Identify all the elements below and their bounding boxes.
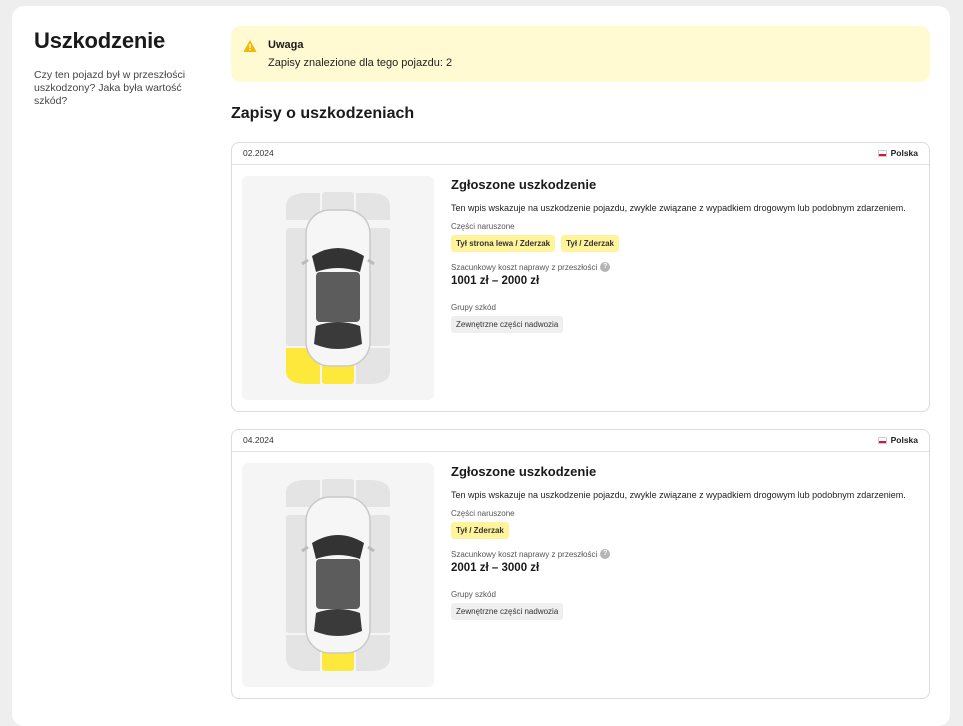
record-country-label: Polska — [890, 435, 918, 445]
cost-label-row: Szacunkowy koszt naprawy z przeszłości ? — [451, 262, 921, 272]
cost-label: Szacunkowy koszt naprawy z przeszłości — [451, 549, 598, 559]
damage-card: Uszkodzenie Czy ten pojazd był w przeszł… — [12, 6, 950, 726]
part-tag: Tył / Zderzak — [561, 235, 619, 252]
alert-text: Zapisy znalezione dla tego pojazdu: 2 — [268, 57, 453, 69]
part-tag: Tył / Zderzak — [451, 522, 509, 539]
page-title: Uszkodzenie — [34, 28, 166, 53]
cost-label: Szacunkowy koszt naprawy z przeszłości — [451, 262, 598, 272]
car-top-view — [286, 192, 390, 384]
group-tag: Zewnętrzne części nadwozia — [451, 603, 564, 620]
record-country-label: Polska — [890, 148, 918, 158]
record-details: Zgłoszone uszkodzenie Ten wpis wskazuje … — [451, 177, 921, 333]
help-icon[interactable]: ? — [600, 262, 611, 272]
car-top-view — [286, 479, 390, 671]
warning-icon — [243, 40, 257, 52]
cost-label-row: Szacunkowy koszt naprawy z przeszłości ? — [451, 549, 921, 559]
sidebar: Uszkodzenie Czy ten pojazd był w przeszł… — [34, 28, 199, 108]
help-icon[interactable]: ? — [600, 549, 611, 559]
car-diagram — [242, 463, 434, 687]
groups-label: Grupy szkód — [451, 590, 496, 599]
record-title: Zgłoszone uszkodzenie — [451, 177, 597, 192]
page-description: Czy ten pojazd był w przeszłości uszkodz… — [34, 69, 186, 107]
parts-tags: Tył strona lewa / Zderzak Tył / Zderzak — [451, 235, 921, 252]
groups-tags: Zewnętrzne części nadwozia — [451, 603, 921, 620]
repair-cost: 2001 zł – 3000 zł — [451, 562, 540, 574]
record-date: 02.2024 — [243, 148, 274, 158]
record-country: Polska — [877, 435, 918, 445]
car-rear-window — [314, 609, 362, 636]
damage-record: 04.2024 Polska Zgłoszone uszkodzenie Ten… — [231, 429, 930, 699]
car-rear-window — [314, 322, 362, 349]
damage-record: 02.2024 Polska Zgłoszone uszkodzenie Ten… — [231, 142, 930, 412]
record-date: 04.2024 — [243, 435, 274, 445]
record-header: 02.2024 Polska — [232, 143, 929, 165]
record-details: Zgłoszone uszkodzenie Ten wpis wskazuje … — [451, 464, 921, 620]
car-roof — [316, 559, 360, 609]
groups-tags: Zewnętrzne części nadwozia — [451, 316, 921, 333]
parts-label: Części naruszone — [451, 222, 515, 231]
groups-label: Grupy szkód — [451, 303, 496, 312]
parts-tags: Tył / Zderzak — [451, 522, 921, 539]
record-description: Ten wpis wskazuje na uszkodzenie pojazdu… — [451, 203, 906, 213]
group-tag: Zewnętrzne części nadwozia — [451, 316, 564, 333]
section-title: Zapisy o uszkodzeniach — [231, 105, 415, 122]
parts-label: Części naruszone — [451, 509, 515, 518]
warning-alert: Uwaga Zapisy znalezione dla tego pojazdu… — [231, 26, 930, 82]
poland-flag-icon — [877, 149, 887, 157]
part-tag: Tył strona lewa / Zderzak — [451, 235, 556, 252]
car-roof — [316, 272, 360, 322]
record-country: Polska — [877, 148, 918, 158]
poland-flag-icon — [877, 436, 887, 444]
repair-cost: 1001 zł – 2000 zł — [451, 275, 540, 287]
record-description: Ten wpis wskazuje na uszkodzenie pojazdu… — [451, 490, 906, 500]
record-title: Zgłoszone uszkodzenie — [451, 464, 597, 479]
alert-title: Uwaga — [268, 39, 304, 51]
car-diagram — [242, 176, 434, 400]
record-header: 04.2024 Polska — [232, 430, 929, 452]
